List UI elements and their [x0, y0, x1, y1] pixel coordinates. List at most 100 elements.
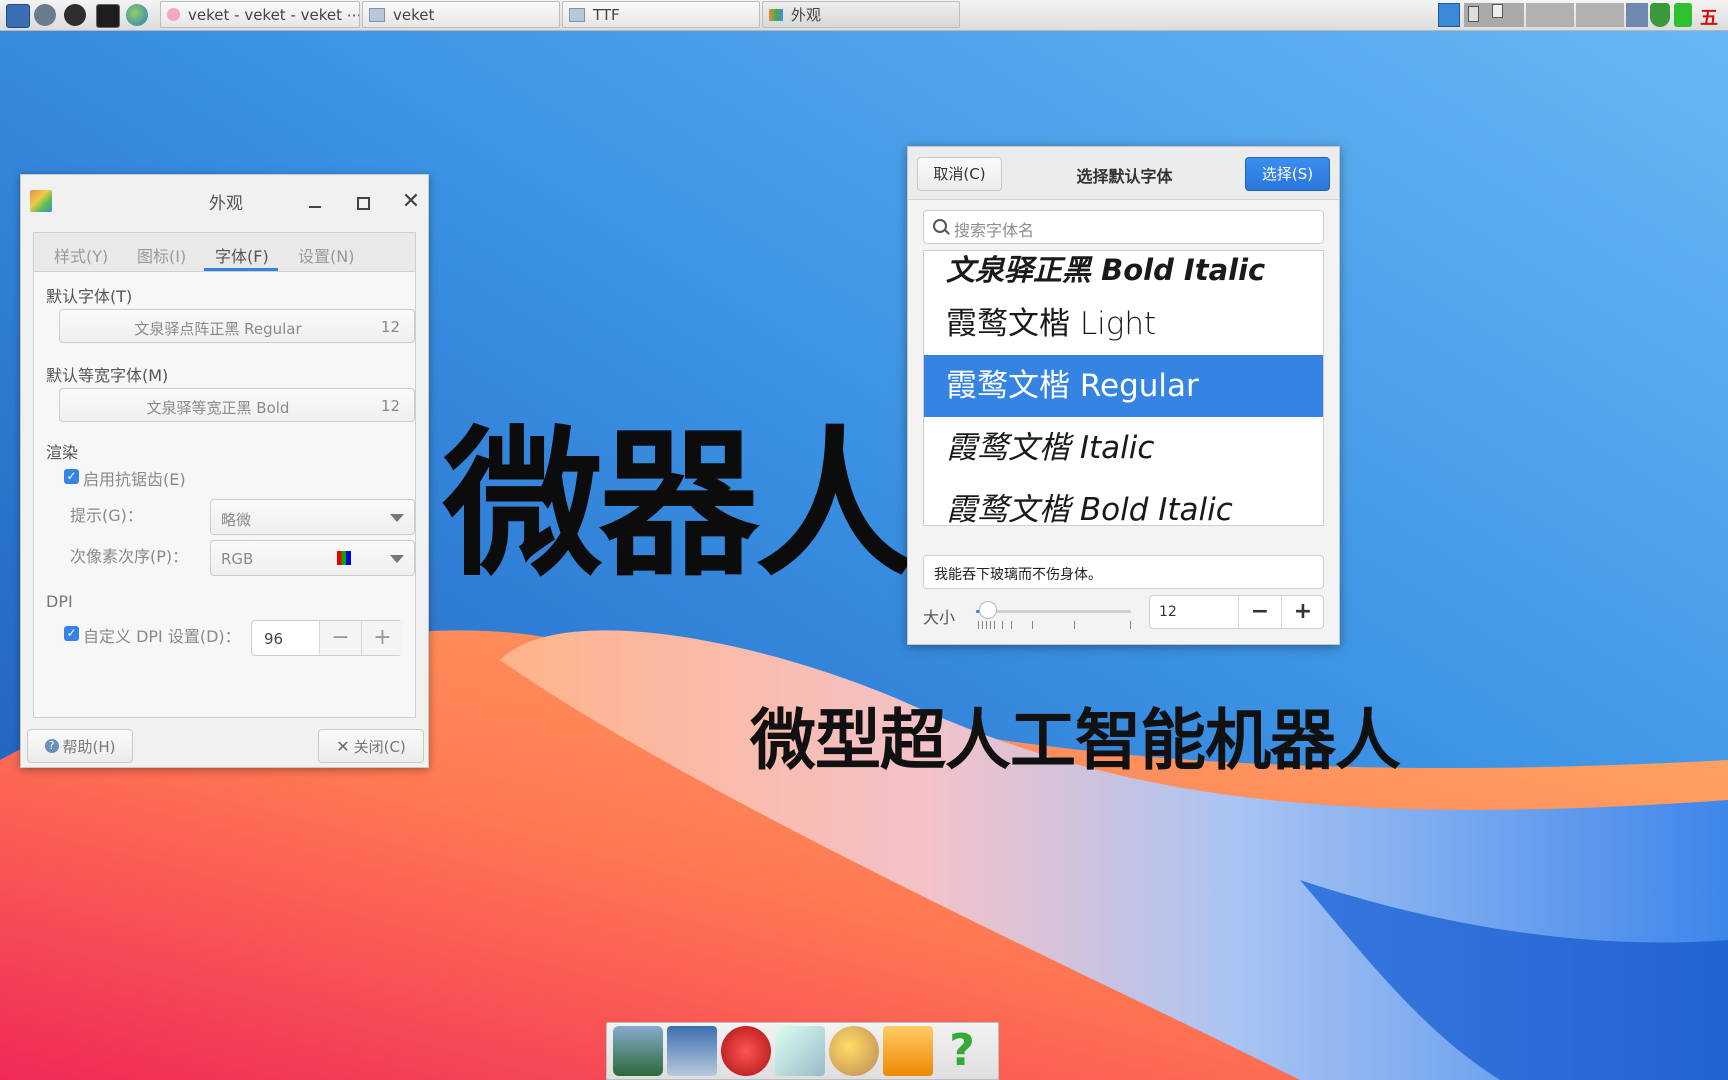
antialias-checkbox[interactable]: ✓ — [64, 469, 79, 484]
folder-icon — [569, 7, 585, 22]
taskbar-item-folder-ttf[interactable]: TTF — [562, 1, 760, 28]
default-font-size: 12 — [380, 318, 400, 336]
slider-tick — [1130, 621, 1131, 629]
slider-tick — [1002, 621, 1003, 629]
taskbar-item-folder-veket[interactable]: veket — [362, 1, 560, 28]
help-button-label: 帮助(H) — [62, 737, 116, 756]
slider-tick — [1074, 621, 1075, 629]
window-titlebar[interactable]: 外观 ✕ — [21, 175, 428, 227]
subpixel-value: RGB — [221, 550, 254, 568]
dpi-increment-button[interactable]: + — [361, 621, 403, 655]
minimize-icon[interactable] — [303, 191, 327, 215]
size-label: 大小 — [923, 608, 956, 627]
close-x-icon: ✕ — [336, 736, 350, 756]
appearance-notebook: 样式(Y) 图标(I) 字体(F) 设置(N) 默认字体(T) 文泉驿点阵正黑 … — [33, 232, 416, 718]
taskbar-item-appearance[interactable]: 外观 — [762, 1, 960, 28]
workspace-3[interactable] — [1526, 3, 1574, 27]
hint-value: 略微 — [221, 511, 252, 529]
taskbar-item-browser[interactable]: veket - veket - veket ⋯ — [160, 1, 360, 28]
desktop-slogan-text: 微型超人工智能机器人 — [750, 702, 1401, 779]
subpixel-combo[interactable]: RGB — [210, 540, 415, 576]
size-value[interactable]: 12 — [1159, 604, 1177, 620]
mascot-app-icon[interactable] — [721, 1026, 771, 1076]
network-icon[interactable] — [1626, 3, 1648, 27]
play-icon[interactable] — [64, 4, 86, 26]
size-decrement-button[interactable]: − — [1238, 596, 1281, 628]
help-question-icon[interactable]: ? — [937, 1026, 987, 1076]
shield-icon[interactable] — [1650, 3, 1670, 27]
help-button[interactable]: ? 帮助(H) — [27, 729, 133, 763]
taskbar-item-label: TTF — [593, 5, 620, 24]
text-editor-icon[interactable] — [775, 1026, 825, 1076]
input-method-indicator[interactable]: 五 — [1700, 4, 1718, 30]
default-font-name: 文泉驿点阵正黑 Regular — [134, 320, 302, 338]
font-list-item[interactable]: 霞鹜文楷 Light — [924, 293, 1323, 355]
settings-gear-icon[interactable] — [34, 4, 56, 26]
slider-tick — [982, 621, 983, 629]
size-slider-track[interactable] — [976, 610, 1131, 613]
tab-fonts[interactable]: 字体(F) — [215, 243, 269, 267]
tab-bar: 样式(Y) 图标(I) 字体(F) 设置(N) — [34, 233, 415, 272]
font-search-input[interactable]: 搜索字体名 — [923, 210, 1324, 244]
custom-dpi-checkbox[interactable]: ✓ — [64, 626, 79, 641]
default-font-button[interactable]: 文泉驿点阵正黑 Regular 12 — [59, 309, 415, 343]
workspace-1[interactable] — [1468, 6, 1479, 22]
hint-label: 提示(G)： — [70, 506, 143, 525]
rgb-swatch-icon — [337, 551, 351, 565]
terminal-icon[interactable] — [96, 4, 120, 28]
close-icon[interactable]: ✕ — [399, 191, 423, 215]
dialog-header: 取消(C) 选择默认字体 选择(S) — [908, 147, 1339, 200]
search-icon-handle — [944, 229, 950, 235]
default-font-label: 默认字体(T) — [46, 287, 133, 306]
show-desktop-icon[interactable] — [1438, 3, 1460, 27]
dpi-section-label: DPI — [46, 592, 73, 611]
bottom-dock: ? — [606, 1022, 999, 1080]
slider-tick — [1011, 621, 1012, 629]
tab-style[interactable]: 样式(Y) — [54, 243, 108, 267]
paint-palette-icon[interactable] — [829, 1026, 879, 1076]
tab-icons[interactable]: 图标(I) — [137, 243, 186, 267]
select-button[interactable]: 选择(S) — [1245, 157, 1330, 191]
workspace-pager[interactable] — [1464, 3, 1524, 27]
file-manager-icon[interactable] — [613, 1026, 663, 1076]
font-preview-field[interactable]: 我能吞下玻璃而不伤身体。 — [923, 555, 1324, 589]
size-slider-handle[interactable] — [979, 601, 998, 619]
antialias-label: 启用抗锯齿(E) — [83, 470, 186, 489]
hint-combo[interactable]: 略微 — [210, 499, 415, 535]
slider-tick — [994, 621, 995, 629]
veket-tiger-icon[interactable] — [883, 1026, 933, 1076]
font-list-item[interactable]: 霞鹜文楷 Italic — [924, 417, 1323, 479]
workspace-2[interactable] — [1492, 4, 1503, 18]
font-chooser-dialog: 取消(C) 选择默认字体 选择(S) 搜索字体名 文泉驿正黑 Bold Ital… — [907, 146, 1340, 645]
font-list-item-selected[interactable]: 霞鹜文楷 Regular — [924, 355, 1323, 417]
dpi-decrement-button[interactable]: − — [319, 621, 361, 655]
search-placeholder: 搜索字体名 — [954, 221, 1035, 240]
appearance-window: 外观 ✕ 样式(Y) 图标(I) 字体(F) 设置(N) 默认字体(T) 文泉驿… — [20, 174, 429, 768]
system-computer-icon[interactable] — [667, 1026, 717, 1076]
system-monitor-icon[interactable] — [6, 4, 30, 28]
render-section-label: 渲染 — [46, 443, 79, 462]
chevron-down-icon — [390, 514, 404, 522]
taskbar-item-label: veket - veket - veket ⋯ — [188, 5, 360, 24]
close-button[interactable]: ✕ 关闭(C) — [318, 729, 424, 763]
slider-tick — [978, 621, 979, 629]
size-increment-button[interactable]: + — [1281, 596, 1324, 628]
taskbar-item-label: 外观 — [791, 6, 822, 24]
help-icon: ? — [44, 739, 59, 753]
tab-settings[interactable]: 设置(N) — [298, 243, 354, 267]
workspace-4[interactable] — [1576, 3, 1624, 27]
dpi-value[interactable]: 96 — [264, 630, 283, 648]
font-list-item[interactable]: 霞鹜文楷 Bold Italic — [924, 479, 1323, 525]
font-list[interactable]: 文泉驿正黑 Bold Italic 霞鹜文楷 Light 霞鹜文楷 Regula… — [923, 250, 1324, 526]
battery-icon[interactable] — [1674, 3, 1692, 27]
folder-icon — [369, 7, 385, 22]
active-tab-indicator — [204, 268, 278, 271]
slider-tick — [990, 621, 991, 629]
size-spinbutton[interactable]: 12 − + — [1149, 595, 1324, 629]
custom-dpi-label: 自定义 DPI 设置(D)： — [83, 627, 241, 646]
maximize-icon[interactable] — [351, 191, 375, 215]
globe-icon[interactable] — [126, 4, 148, 26]
dpi-spinbutton[interactable]: 96 − + — [251, 620, 403, 656]
mono-font-button[interactable]: 文泉驿等宽正黑 Bold 12 — [59, 388, 415, 422]
appearance-icon — [769, 8, 783, 21]
